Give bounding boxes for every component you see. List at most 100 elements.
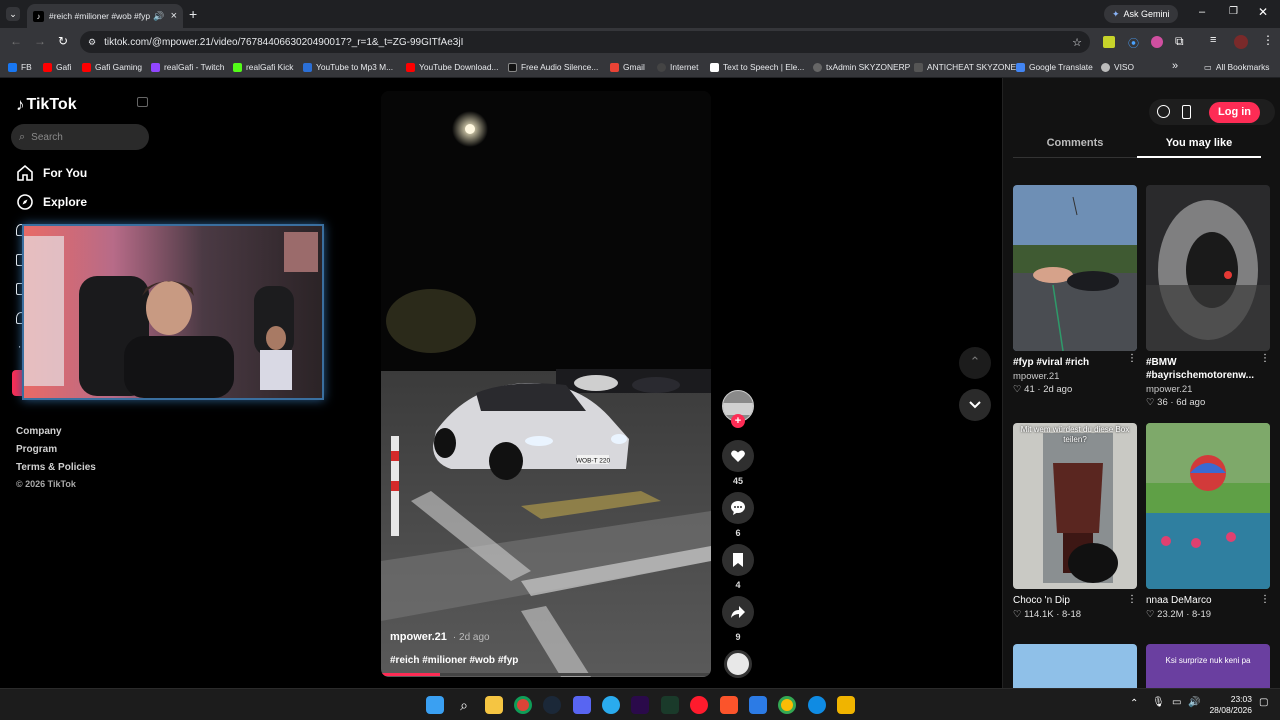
search-icon[interactable]: ⌕ [455, 696, 473, 714]
tab-comments[interactable]: Comments [1013, 137, 1137, 149]
file-explorer-icon[interactable] [485, 696, 503, 714]
close-tab-icon[interactable]: × [171, 10, 177, 22]
bookmark-label: Internet [670, 62, 699, 72]
site-info-icon[interactable]: ⚙ [88, 37, 96, 48]
card-more-icon[interactable]: ⋮ [1127, 594, 1137, 605]
bookmark-item[interactable]: ANTICHEAT SKYZONE [914, 62, 1016, 72]
menu-kebab-icon[interactable]: ⋮ [1262, 33, 1274, 47]
next-video-button[interactable] [959, 389, 991, 421]
bookmark-item[interactable]: txAdmin SKYZONERP [813, 62, 910, 72]
edge-icon[interactable] [808, 696, 826, 714]
address-bar[interactable]: ⚙ tiktok.com/@mpower.21/video/7678440663… [80, 31, 1090, 53]
microphone-icon[interactable]: 🎙 [1152, 697, 1165, 708]
nav-explore[interactable]: Explore [16, 193, 87, 211]
steam-icon[interactable] [543, 696, 561, 714]
maximize-icon[interactable]: ❐ [1229, 6, 1238, 17]
bookmark-item[interactable]: realGafi - Twitch [151, 62, 224, 72]
opera-icon[interactable] [690, 696, 708, 714]
tiktok-logo[interactable]: ♪ TikTok [16, 95, 77, 115]
windows-start-icon[interactable] [426, 696, 444, 714]
mobile-app-icon[interactable] [1182, 105, 1191, 119]
bookmark-item[interactable]: Gafi [43, 62, 71, 72]
nav-for-you[interactable]: For You [16, 164, 87, 182]
chrome-alt-icon[interactable] [778, 696, 796, 714]
video-caption[interactable]: #reich #milioner #wob #fyp [390, 655, 518, 666]
tray-overflow-icon[interactable]: ⌃ [1130, 698, 1138, 709]
back-icon[interactable]: ← [10, 34, 22, 48]
music-disc-icon[interactable] [724, 650, 752, 678]
extension-icon-3[interactable] [1151, 36, 1163, 48]
progress-fill [381, 673, 441, 676]
footer-company[interactable]: Company [16, 426, 62, 437]
follow-plus-button[interactable]: + [731, 414, 745, 428]
bookmark-item[interactable]: YouTube to Mp3 M... [303, 62, 393, 72]
recommended-card[interactable]: nnaa DeMarco ♡ 23.2M · 8-19 [1146, 423, 1270, 620]
save-button[interactable] [722, 544, 754, 576]
rockstar-icon[interactable] [837, 696, 855, 714]
extension-icon-1[interactable] [1103, 36, 1115, 48]
extensions-puzzle-icon[interactable]: ⧉ [1175, 34, 1184, 49]
telegram-icon[interactable] [602, 696, 620, 714]
bookmark-item[interactable]: Internet [657, 62, 698, 72]
clock[interactable]: 23:03 28/08/2026 [1208, 694, 1252, 716]
discover-icon[interactable] [1157, 105, 1170, 118]
share-button[interactable] [722, 596, 754, 628]
reload-icon[interactable]: ↻ [58, 34, 68, 48]
footer-terms[interactable]: Terms & Policies [16, 462, 96, 473]
tab-active[interactable]: ♪ #reich #milioner #wob #fyp 🔊 × [27, 4, 183, 28]
bookmark-item[interactable]: Google Translate [1016, 62, 1093, 72]
app-blue-icon[interactable] [749, 696, 767, 714]
ask-gemini-button[interactable]: ✦ Ask Gemini [1104, 5, 1178, 23]
card-title: nnaa DeMarco [1146, 595, 1212, 606]
speaker-icon[interactable]: 🔊 [153, 11, 164, 22]
login-button[interactable]: Log in [1209, 102, 1260, 123]
premiere-icon[interactable] [631, 696, 649, 714]
recommended-card-partial[interactable]: Ksi surprize nuk keni pa [1146, 644, 1270, 688]
chrome-icon[interactable] [514, 696, 532, 714]
bookmark-item[interactable]: VISO [1101, 62, 1134, 72]
forward-icon[interactable]: → [34, 34, 46, 48]
bookmark-item[interactable]: Gmail [610, 62, 645, 72]
volume-icon[interactable]: 🔊 [1188, 697, 1200, 708]
bookmark-star-icon[interactable]: ☆ [1072, 36, 1082, 49]
recommended-card[interactable]: #BMW #bayrischemotorenw... mpower.21 ♡ 3… [1146, 185, 1270, 408]
card-more-icon[interactable]: ⋮ [1260, 594, 1270, 605]
close-window-icon[interactable]: ✕ [1258, 5, 1268, 19]
search-input[interactable]: ⌕ Search [11, 124, 149, 150]
video-player[interactable]: WOB-T 220 mpower.21 · 2d ago #reich #mil… [381, 91, 711, 677]
minimize-icon[interactable]: – [1199, 6, 1205, 18]
tab-list-button[interactable]: ⌄ [6, 7, 20, 21]
bookmarks-overflow-icon[interactable]: » [1172, 60, 1178, 72]
card-more-icon[interactable]: ⋮ [1260, 353, 1270, 364]
bookmark-item[interactable]: FB [8, 62, 32, 72]
card-more-icon[interactable]: ⋮ [1127, 353, 1137, 364]
previous-video-button[interactable]: ⌃ [959, 347, 991, 379]
app-green-icon[interactable] [661, 696, 679, 714]
all-bookmarks-button[interactable]: ▭ All Bookmarks [1204, 62, 1269, 72]
bookmark-item[interactable]: Free Audio Silence... [508, 62, 598, 72]
like-button[interactable] [722, 440, 754, 472]
bookmark-item[interactable]: YouTube Download... [406, 62, 498, 72]
reading-list-icon[interactable]: ≡ [1210, 34, 1216, 46]
notification-icon[interactable]: ▢ [1259, 697, 1268, 708]
recommended-card[interactable]: Mit wem würdest du diese Box teilen? Cho… [1013, 423, 1137, 620]
bookmark-item[interactable]: Text to Speech | Ele... [710, 62, 804, 72]
extension-icon-2[interactable]: ⦿ [1128, 35, 1139, 51]
video-progress-bar[interactable] [381, 673, 711, 676]
card-thumbnail [1013, 185, 1137, 351]
tab-you-may-like[interactable]: You may like [1137, 137, 1261, 149]
footer-program[interactable]: Program [16, 444, 57, 455]
network-icon[interactable]: ▭ [1172, 697, 1181, 708]
recommended-card-partial[interactable] [1013, 644, 1137, 688]
video-author[interactable]: mpower.21 · 2d ago [390, 631, 490, 643]
discord-icon[interactable] [573, 696, 591, 714]
bookmark-item[interactable]: Gafi Gaming [82, 62, 142, 72]
new-tab-button[interactable]: + [189, 6, 197, 22]
collapse-sidebar-icon[interactable] [137, 97, 148, 107]
profile-avatar[interactable] [1234, 35, 1248, 49]
brave-icon[interactable] [720, 696, 738, 714]
comment-button[interactable] [722, 492, 754, 524]
recommended-card[interactable]: #fyp #viral #rich mpower.21 ♡ 41 · 2d ag… [1013, 185, 1137, 395]
bookmark-item[interactable]: realGafi Kick [233, 62, 293, 72]
audio-icon [508, 62, 517, 72]
